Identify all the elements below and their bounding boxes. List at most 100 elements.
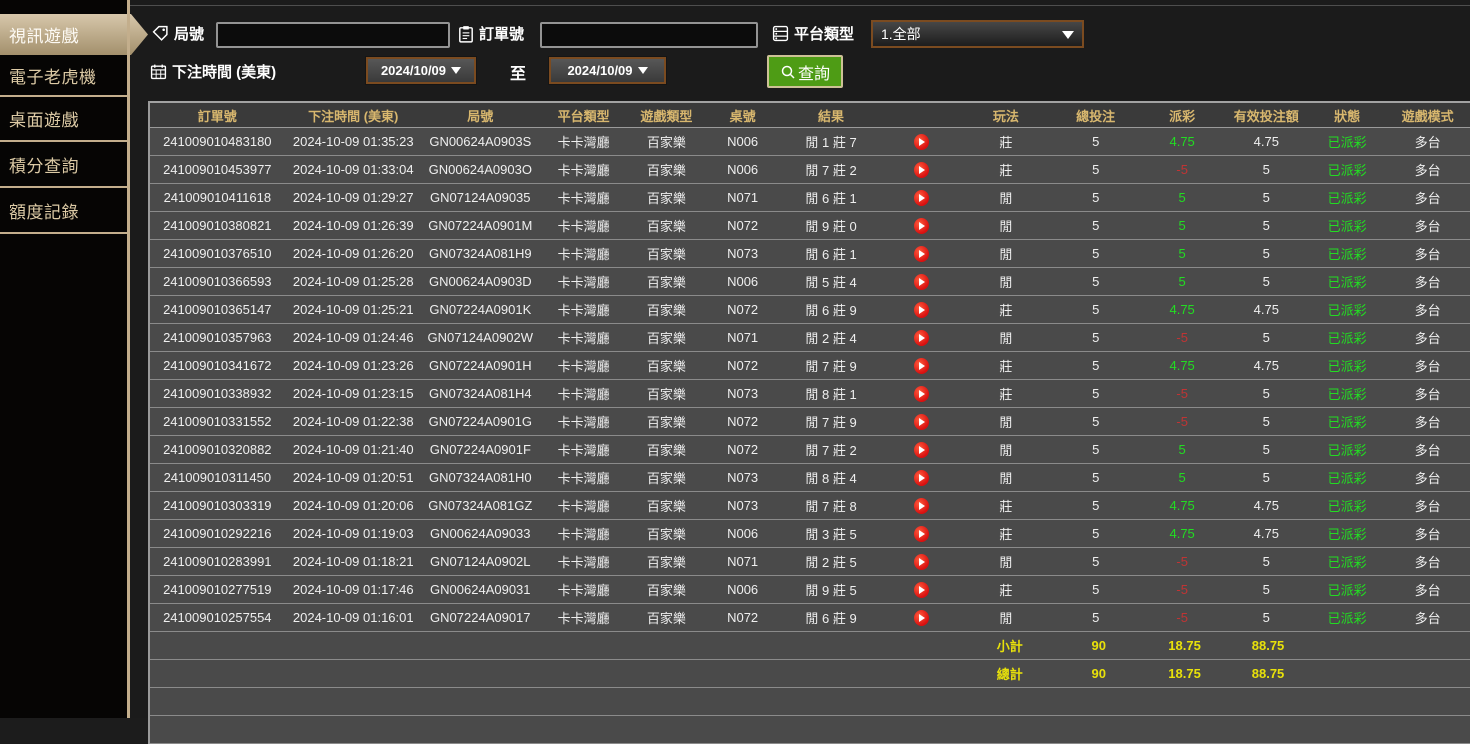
sidebar-item-slot-machines[interactable]: 電子老虎機 — [0, 55, 127, 96]
cell-game-type: 百家樂 — [646, 191, 686, 206]
cell-round-no: GN07124A09035 — [430, 190, 531, 205]
play-video-icon[interactable] — [913, 357, 929, 374]
date-from-picker[interactable]: 2024/10/09 — [366, 57, 476, 84]
play-video-icon[interactable] — [913, 245, 929, 262]
cell-platform: 卡卡灣廳 — [557, 415, 610, 430]
cell-table-no: N071 — [727, 330, 759, 345]
calendar-icon — [150, 64, 167, 80]
cell-game-mode: 多台 — [1414, 387, 1441, 402]
play-video-icon[interactable] — [913, 581, 929, 598]
cell-status: 已派彩 — [1327, 191, 1367, 206]
cell-payout: -5 — [1176, 162, 1188, 177]
cell-table-no: N071 — [727, 190, 759, 205]
bet-records-table: 訂單號 下注時間 (美東) 局號 平台類型 遊戲類型 桌號 結果 玩法 總投注 … — [148, 101, 1470, 744]
round-no-input[interactable] — [216, 22, 450, 48]
sidebar-border — [127, 0, 130, 718]
cell-bet-time: 2024-10-09 01:23:26 — [292, 358, 414, 373]
cell-payout: 5 — [1178, 470, 1186, 485]
cell-bet-time: 2024-10-09 01:35:23 — [292, 134, 414, 149]
sidebar-item-points-query[interactable]: 積分查詢 — [0, 142, 127, 186]
cell-total-bet: 5 — [1092, 190, 1100, 205]
cell-order-no: 241009010366593 — [163, 274, 272, 289]
cell-round-no: GN07224A0901G — [428, 414, 532, 429]
play-video-icon[interactable] — [913, 497, 929, 514]
cell-game-mode: 多台 — [1414, 219, 1441, 234]
cell-platform: 卡卡灣廳 — [557, 471, 610, 486]
play-video-icon[interactable] — [913, 301, 929, 318]
cell-bet-time: 2024-10-09 01:20:51 — [292, 470, 414, 485]
cell-result: 閒 8 莊 1 — [805, 387, 857, 402]
play-video-icon[interactable] — [913, 441, 929, 458]
bet-time-label: 下注時間 (美東) — [150, 61, 276, 82]
cell-valid-bet: 4.75 — [1253, 302, 1279, 317]
play-video-icon[interactable] — [913, 329, 929, 346]
cell-game-type: 百家樂 — [646, 247, 686, 262]
sidebar: 視訊遊戲 電子老虎機 桌面遊戲 積分查詢 額度記錄 — [0, 0, 148, 718]
chevron-down-icon — [1062, 31, 1074, 39]
cell-order-no: 241009010453977 — [163, 162, 272, 177]
cell-order-no: 241009010303319 — [163, 498, 272, 513]
cell-round-no: GN07224A0901K — [429, 302, 532, 317]
play-video-icon[interactable] — [913, 133, 929, 150]
round-no-label: 局號 — [152, 23, 204, 44]
play-video-icon[interactable] — [913, 609, 929, 626]
cell-game-mode: 多台 — [1414, 275, 1441, 290]
cell-table-no: N071 — [727, 554, 759, 569]
cell-wager: 莊 — [999, 527, 1013, 542]
table-row: 241009010365147 2024-10-09 01:25:21 GN07… — [150, 296, 1470, 324]
table-row: 241009010366593 2024-10-09 01:25:28 GN00… — [150, 268, 1470, 296]
play-video-icon[interactable] — [913, 553, 929, 570]
order-no-input[interactable] — [540, 22, 758, 48]
cell-bet-time: 2024-10-09 01:18:21 — [292, 554, 414, 569]
cell-platform: 卡卡灣廳 — [557, 443, 610, 458]
cell-total-bet: 5 — [1092, 554, 1100, 569]
cell-result: 閒 8 莊 4 — [805, 471, 857, 486]
col-header-round-no: 局號 — [467, 108, 494, 124]
col-header-game-type: 遊戲類型 — [640, 108, 693, 124]
sidebar-item-table-games[interactable]: 桌面遊戲 — [0, 97, 127, 140]
col-header-payout: 派彩 — [1169, 108, 1196, 124]
col-header-result: 結果 — [818, 108, 845, 124]
search-button[interactable]: 查詢 — [767, 55, 843, 88]
play-video-icon[interactable] — [913, 189, 929, 206]
cell-valid-bet: 5 — [1262, 274, 1270, 289]
cell-game-type: 百家樂 — [646, 163, 686, 178]
sidebar-divider — [0, 186, 127, 188]
cell-status: 已派彩 — [1327, 331, 1367, 346]
cell-game-type: 百家樂 — [646, 415, 686, 430]
cell-table-no: N006 — [727, 582, 759, 597]
cell-bet-time: 2024-10-09 01:17:46 — [292, 582, 414, 597]
cell-table-no: N073 — [727, 470, 759, 485]
cell-platform: 卡卡灣廳 — [557, 191, 610, 206]
cell-total-bet: 5 — [1092, 218, 1100, 233]
play-video-icon[interactable] — [913, 469, 929, 486]
play-video-icon[interactable] — [913, 217, 929, 234]
table-row: 241009010341672 2024-10-09 01:23:26 GN07… — [150, 352, 1470, 380]
date-to-picker[interactable]: 2024/10/09 — [549, 57, 666, 84]
cell-game-mode: 多台 — [1414, 331, 1441, 346]
cell-round-no: GN00624A0903D — [428, 274, 532, 289]
platform-type-label: 平台類型 — [772, 23, 854, 44]
platform-type-select[interactable]: 1.全部 — [871, 20, 1084, 48]
play-video-icon[interactable] — [913, 413, 929, 430]
cell-table-no: N072 — [727, 610, 759, 625]
cell-valid-bet: 5 — [1262, 414, 1270, 429]
table-row: 241009010320882 2024-10-09 01:21:40 GN07… — [150, 436, 1470, 464]
cell-valid-bet: 5 — [1262, 190, 1270, 205]
table-body: 241009010483180 2024-10-09 01:35:23 GN00… — [150, 128, 1470, 632]
sidebar-item-credit-records[interactable]: 額度記錄 — [0, 188, 127, 232]
cell-total-bet: 5 — [1092, 134, 1100, 149]
play-video-icon[interactable] — [913, 273, 929, 290]
cell-game-type: 百家樂 — [646, 555, 686, 570]
cell-platform: 卡卡灣廳 — [557, 275, 610, 290]
play-video-icon[interactable] — [913, 161, 929, 178]
play-video-icon[interactable] — [913, 385, 929, 402]
cell-round-no: GN00624A0903O — [428, 162, 532, 177]
sidebar-item-video-games[interactable]: 視訊遊戲 — [0, 14, 148, 55]
cell-total-bet: 5 — [1092, 610, 1100, 625]
cell-game-mode: 多台 — [1414, 359, 1441, 374]
cell-order-no: 241009010357963 — [163, 330, 272, 345]
cell-result: 閒 6 莊 1 — [805, 191, 857, 206]
cell-order-no: 241009010283991 — [163, 554, 272, 569]
play-video-icon[interactable] — [913, 525, 929, 542]
